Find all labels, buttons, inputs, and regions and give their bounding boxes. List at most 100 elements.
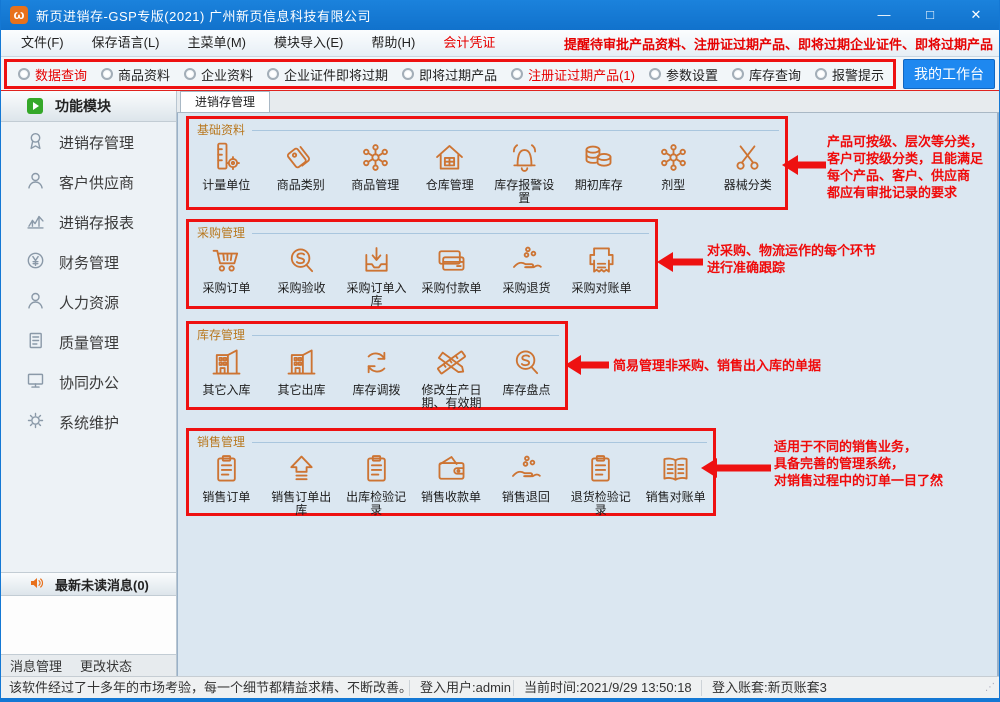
module-item-label: 销售对账单 <box>646 491 706 504</box>
module-item-label: 采购付款单 <box>421 282 481 295</box>
section-items: 其它入库其它出库 库存调拨 修改生产日期、有效期库存盘点 <box>189 344 565 410</box>
menu-item-2[interactable]: 主菜单(M) <box>174 30 261 56</box>
menu-item-1[interactable]: 保存语言(L) <box>78 30 174 56</box>
status-login-user: 登入用户:admin <box>409 680 513 696</box>
cycle-icon <box>358 344 395 384</box>
radio-icon <box>815 68 827 80</box>
toolbar-item-4[interactable]: 即将过期产品 <box>395 65 504 84</box>
section-items: 计量单位商品类别商品管理仓库管理库存报警设置期初库存剂型 器械分类 <box>189 139 785 205</box>
sidebar-bottom-tab-0[interactable]: 消息管理 <box>1 656 71 675</box>
tab-inventory-management[interactable]: 进销存管理 <box>180 91 270 112</box>
unread-messages-header[interactable]: 最新未读消息(0) <box>1 572 176 596</box>
module-item-0-6[interactable]: 剂型 <box>636 139 711 205</box>
window-title: 新页进销存-GSP专版(2021) 广州新页信息科技有限公司 <box>36 6 371 25</box>
module-item-2-2[interactable]: 库存调拨 <box>339 344 414 410</box>
chart-icon <box>25 210 46 234</box>
module-item-label: 其它出库 <box>277 384 325 397</box>
minimize-icon[interactable]: — <box>861 0 907 30</box>
menu-items: 文件(F)保存语言(L)主菜单(M)模块导入(E)帮助(H)会计凭证 <box>7 30 509 56</box>
module-item-1-4[interactable]: 采购退货 <box>489 242 564 308</box>
module-item-1-3[interactable]: 采购付款单 <box>414 242 489 308</box>
module-item-0-3[interactable]: 仓库管理 <box>413 139 488 205</box>
module-item-2-1[interactable]: 其它出库 <box>264 344 339 410</box>
sidebar-item-1[interactable]: 客户供应商 <box>1 162 176 202</box>
module-item-3-5[interactable]: 退货检验记录 <box>563 451 638 517</box>
module-item-1-5[interactable]: 采购对账单 <box>564 242 639 308</box>
toolbar-item-8[interactable]: 报警提示 <box>808 65 891 84</box>
module-item-2-0[interactable]: 其它入库 <box>189 344 264 410</box>
sidebar-item-3[interactable]: 财务管理 <box>1 242 176 282</box>
book-icon <box>657 451 694 491</box>
toolbar-item-label: 库存查询 <box>749 65 801 84</box>
toolbar-item-7[interactable]: 库存查询 <box>725 65 808 84</box>
toolbar-item-label: 即将过期产品 <box>419 65 497 84</box>
app-logo-icon: ω <box>10 6 28 24</box>
radio-icon <box>649 68 661 80</box>
section-title-line <box>252 335 559 336</box>
messages-panel <box>1 596 176 654</box>
module-item-0-2[interactable]: 商品管理 <box>338 139 413 205</box>
sidebar-item-0[interactable]: 进销存管理 <box>1 122 176 162</box>
menu-item-5[interactable]: 会计凭证 <box>429 30 509 56</box>
sidebar-bottom-tab-1[interactable]: 更改状态 <box>71 656 141 675</box>
module-item-0-7[interactable]: 器械分类 <box>711 139 786 205</box>
module-item-label: 修改生产日期、有效期 <box>420 384 484 410</box>
inbox-down-icon <box>358 242 395 282</box>
toolbar-item-3[interactable]: 企业证件即将过期 <box>260 65 395 84</box>
sidebar-item-label: 人力资源 <box>59 292 119 313</box>
sidebar-item-6[interactable]: 协同办公 <box>1 362 176 402</box>
sidebar-item-7[interactable]: 系统维护 <box>1 402 176 442</box>
main-content: 基础资料计量单位商品类别商品管理仓库管理库存报警设置期初库存剂型器械分类采购管理… <box>177 113 999 676</box>
sidebar-items: 进销存管理客户供应商进销存报表财务管理人力资源质量管理协同办公系统维护 <box>1 122 176 442</box>
menu-item-3[interactable]: 模块导入(E) <box>260 30 357 56</box>
module-item-3-2[interactable]: 出库检验记录 <box>339 451 414 517</box>
module-item-label: 剂型 <box>661 179 685 192</box>
my-workbench-button[interactable]: 我的工作台 <box>903 59 995 89</box>
tags-icon <box>282 139 319 179</box>
radio-icon <box>184 68 196 80</box>
module-item-1-0[interactable]: 采购订单 <box>189 242 264 308</box>
module-item-3-0[interactable]: 销售订单 <box>189 451 264 517</box>
module-item-1-2[interactable]: 采购订单入库 <box>339 242 414 308</box>
module-item-0-5[interactable]: 期初库存 <box>562 139 637 205</box>
sidebar-item-label: 质量管理 <box>59 332 119 353</box>
module-item-0-4[interactable]: 库存报警设置 <box>487 139 562 205</box>
module-item-3-3[interactable]: 销售收款单 <box>414 451 489 517</box>
module-item-3-6[interactable]: 销售对账单 <box>638 451 713 517</box>
sidebar-item-5[interactable]: 质量管理 <box>1 322 176 362</box>
module-item-3-4[interactable]: 销售退回 <box>488 451 563 517</box>
toolbar-item-1[interactable]: 商品资料 <box>94 65 177 84</box>
close-icon[interactable]: ✕ <box>953 0 999 30</box>
menu-item-0[interactable]: 文件(F) <box>7 30 78 56</box>
module-item-0-1[interactable]: 商品类别 <box>264 139 339 205</box>
sidebar-item-2[interactable]: 进销存报表 <box>1 202 176 242</box>
toolbar-item-2[interactable]: 企业资料 <box>177 65 260 84</box>
menu-item-4[interactable]: 帮助(H) <box>357 30 429 56</box>
building-icon <box>283 344 320 384</box>
sidebar-item-4[interactable]: 人力资源 <box>1 282 176 322</box>
module-item-1-1[interactable]: 采购验收 <box>264 242 339 308</box>
section-items: 销售订单 销售订单出库出库检验记录销售收款单销售退回退货检验记录销售对账单 <box>189 451 713 517</box>
maximize-icon[interactable]: □ <box>907 0 953 30</box>
section-items: 采购订单采购验收采购订单入库采购付款单采购退货采购对账单 <box>189 242 655 308</box>
toolbar-item-label: 数据查询 <box>35 65 87 84</box>
module-item-2-3[interactable]: 修改生产日期、有效期 <box>414 344 489 410</box>
speaker-icon <box>29 575 45 594</box>
module-item-2-4[interactable]: 库存盘点 <box>489 344 564 410</box>
module-item-label: 销售订单 <box>202 491 250 504</box>
section-title-row: 销售管理 <box>189 431 713 450</box>
toolbar-item-5[interactable]: 注册证过期产品(1) <box>504 65 642 84</box>
toolbar-item-6[interactable]: 参数设置 <box>642 65 725 84</box>
toolbar-item-label: 注册证过期产品(1) <box>528 65 635 84</box>
module-item-0-0[interactable]: 计量单位 <box>189 139 264 205</box>
section-title-row: 库存管理 <box>189 324 565 343</box>
menu-bar: 文件(F)保存语言(L)主菜单(M)模块导入(E)帮助(H)会计凭证 提醒待审批… <box>1 30 999 57</box>
toolbar-item-0[interactable]: 数据查询 <box>11 65 94 84</box>
toolbar-item-label: 企业资料 <box>201 65 253 84</box>
resize-grip-icon[interactable]: ⋰ <box>985 682 999 693</box>
module-item-3-1[interactable]: 销售订单出库 <box>264 451 339 517</box>
bell-icon <box>506 139 543 179</box>
radio-icon <box>511 68 523 80</box>
module-item-label: 库存调拨 <box>352 384 400 397</box>
section-title: 库存管理 <box>197 326 245 343</box>
